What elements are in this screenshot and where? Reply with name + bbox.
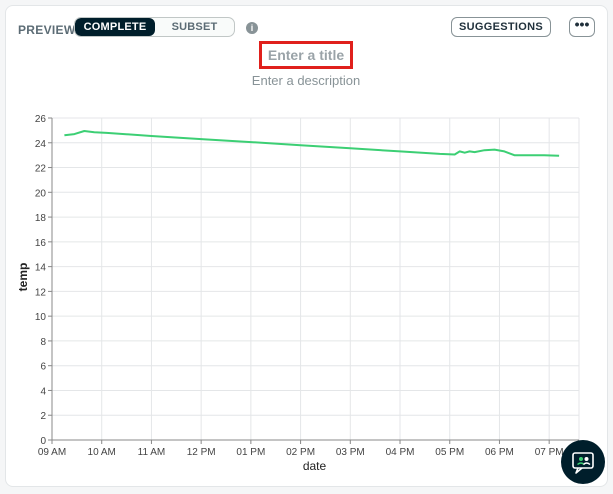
y-tick-label: 6 [40, 362, 46, 373]
y-axis-title: temp [16, 263, 30, 292]
y-tick-label: 26 [35, 114, 47, 125]
line-chart: 0246810121416182022242609 AM 10 AM 11 AM 12… [16, 114, 580, 473]
x-tick-label: 05 PM [435, 447, 464, 458]
y-tick-label: 4 [40, 386, 46, 397]
x-tick-label: 01 PM [236, 447, 265, 458]
x-tick-label: 03 PM [336, 447, 365, 458]
x-tick-label: 11 AM [138, 447, 166, 458]
x-tick-label: 02 PM [286, 447, 315, 458]
x-tick-label: 12 PM [187, 447, 216, 458]
y-tick-label: 18 [35, 213, 47, 224]
chat-assistant-button[interactable] [561, 440, 605, 484]
y-tick-label: 10 [35, 312, 47, 323]
x-tick-label: 07 PM [535, 447, 564, 458]
y-tick-label: 8 [40, 337, 46, 348]
y-tick-label: 0 [40, 436, 46, 447]
y-tick-label: 24 [35, 139, 47, 150]
y-tick-label: 12 [35, 287, 47, 298]
y-tick-label: 16 [35, 238, 47, 249]
x-tick-label: 09 AM [38, 447, 66, 458]
y-tick-label: 2 [40, 411, 46, 422]
x-tick-label: 10 AM [88, 447, 116, 458]
y-tick-label: 22 [35, 164, 47, 175]
x-tick-label: 06 PM [485, 447, 514, 458]
y-tick-label: 14 [35, 263, 47, 274]
temp-series-line [64, 130, 560, 157]
chat-assistant-icon [572, 452, 594, 474]
x-axis-title: date [303, 459, 327, 473]
x-tick-label: 04 PM [386, 447, 415, 458]
y-tick-label: 20 [35, 188, 47, 199]
